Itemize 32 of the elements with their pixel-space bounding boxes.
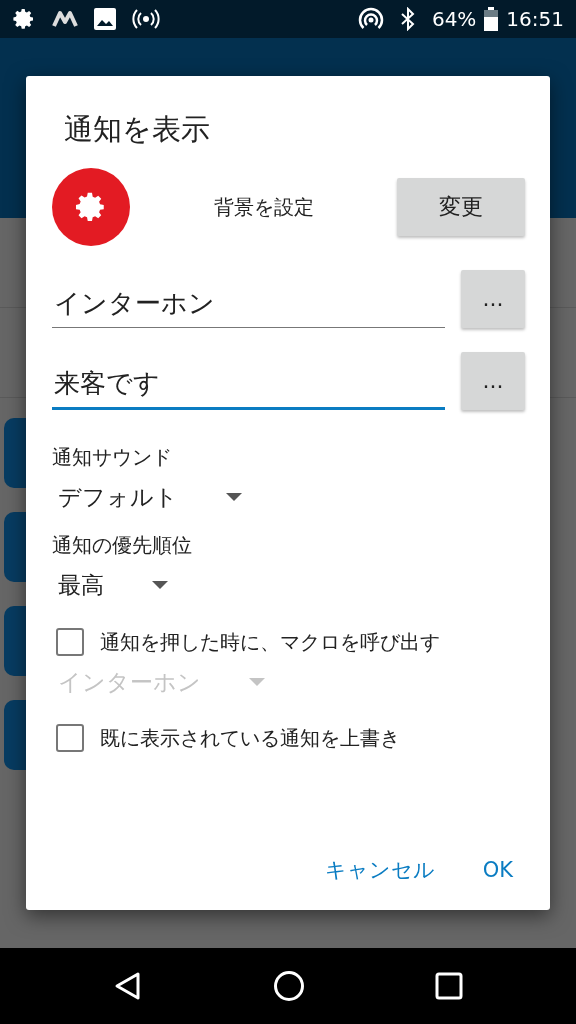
battery-percent: 64% <box>431 6 477 33</box>
recents-icon[interactable] <box>435 972 463 1000</box>
change-button[interactable]: 変更 <box>397 177 525 236</box>
dialog-button[interactable]: OK <box>470 846 525 894</box>
clock-time: 16:51 <box>506 6 564 33</box>
background-label: 背景を設定 <box>213 193 314 221</box>
hotspot-icon <box>357 7 384 31</box>
caret-icon <box>152 581 168 590</box>
caret-icon <box>226 492 242 501</box>
dialog-button[interactable]: キャンセル <box>312 846 447 894</box>
bluetooth-icon <box>399 7 416 31</box>
settings-icon <box>12 7 36 31</box>
more-button[interactable]: ... <box>461 269 525 328</box>
setting-label: 通知の優先順位 <box>52 532 193 559</box>
home-icon[interactable] <box>273 970 305 1002</box>
dropdown[interactable]: 最高 <box>52 568 174 603</box>
dropdown[interactable]: デフォルト <box>52 479 248 514</box>
more-button[interactable]: ... <box>461 351 525 410</box>
text-field[interactable]: 来客です <box>52 359 445 410</box>
broadcast-icon <box>132 8 160 30</box>
checkbox-label: 通知を押した時に、マクロを呼び出す <box>100 628 440 656</box>
dialog-title: 通知を表示 <box>64 111 211 148</box>
caret-icon <box>249 677 265 686</box>
setting-label: 通知サウンド <box>52 443 173 471</box>
battery-icon <box>484 7 499 31</box>
back-icon[interactable] <box>113 971 143 1001</box>
text-field[interactable]: インターホン <box>52 279 445 328</box>
image-icon <box>94 8 116 30</box>
checkbox[interactable] <box>56 724 84 752</box>
checkbox-label: 既に表示されている通知を上書き <box>100 725 400 752</box>
checkbox[interactable] <box>56 627 84 656</box>
m-logo-icon <box>52 10 78 28</box>
